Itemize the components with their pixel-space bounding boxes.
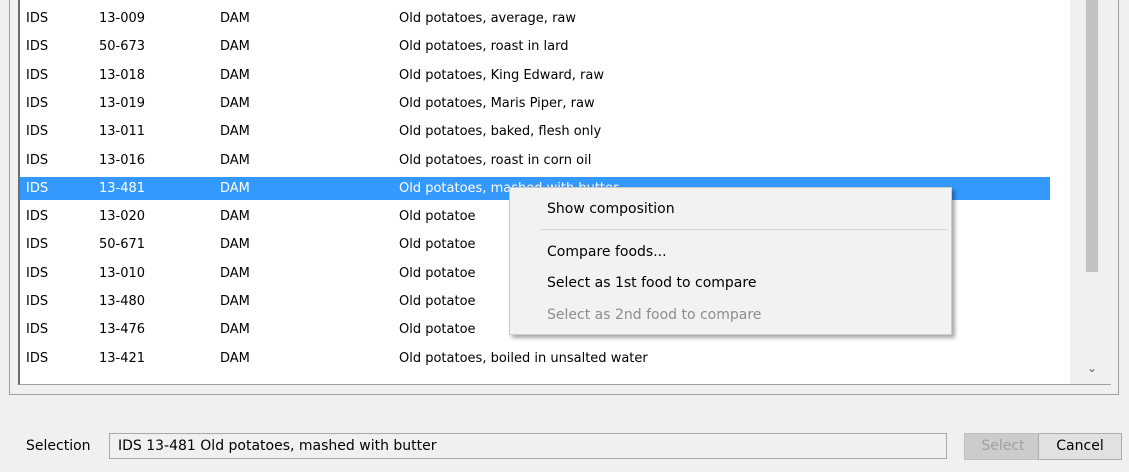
row-food-name: Old potatoes, roast in lard xyxy=(399,39,569,55)
row-source: IDS xyxy=(26,39,49,55)
row-food-name: Old potatoe xyxy=(399,209,476,225)
table-row[interactable]: IDS 13-421 DAM Old potatoes, boiled in unsa… xyxy=(20,347,1050,370)
row-food-name: Old potatoe xyxy=(399,322,476,338)
row-food-name: Old potatoe xyxy=(399,294,476,309)
row-source: IDS xyxy=(26,237,49,253)
row-source: IDS xyxy=(26,152,49,168)
table-row[interactable]: IDS 13-018 DAM Old potatoes, King Edward, r… xyxy=(20,64,1050,87)
row-code: 50-673 xyxy=(99,39,146,55)
row-code: 13-018 xyxy=(99,67,146,83)
row-food-name: Old potatoes, boiled in unsalted water xyxy=(399,350,648,366)
menu-item-show-composition[interactable]: Show composition xyxy=(547,197,675,221)
row-source: IDS xyxy=(26,180,49,196)
scrollbar-thumb[interactable] xyxy=(1086,0,1098,272)
row-food-name: Old potatoes, baked, flesh only xyxy=(399,124,602,140)
row-code: 50-671 xyxy=(99,237,146,253)
row-source: IDS xyxy=(26,67,49,83)
select-button: Select xyxy=(964,433,1042,460)
row-database: DAM xyxy=(220,180,250,196)
table-row[interactable]: IDS 13-016 DAM Old potatoes, roast in corn … xyxy=(20,149,1050,172)
row-food-name: Old potatoe xyxy=(399,237,476,253)
cancel-button[interactable]: Cancel xyxy=(1038,433,1122,460)
row-database: DAM xyxy=(220,265,250,281)
frame-border-right xyxy=(1118,0,1119,395)
row-code: 13-476 xyxy=(99,322,146,338)
row-code: 13-481 xyxy=(99,180,146,196)
row-database: DAM xyxy=(220,209,250,225)
row-food-name: Old potatoes, Maris Piper, raw xyxy=(399,95,595,111)
table-row[interactable]: IDS 13-011 DAM Old potatoes, baked, flesh o… xyxy=(20,120,1050,143)
context-menu: Show composition Compare foods... Select… xyxy=(509,187,952,335)
row-database: DAM xyxy=(220,11,250,26)
selection-field: IDS 13-481 Old potatoes, mashed with but… xyxy=(109,433,947,459)
menu-item-select-first[interactable]: Select as 1st food to compare xyxy=(547,271,756,295)
row-source: IDS xyxy=(26,265,49,281)
selection-label: Selection xyxy=(26,438,91,454)
row-source: IDS xyxy=(26,350,49,366)
row-code: 13-016 xyxy=(99,152,146,168)
frame-border-left xyxy=(9,0,10,395)
row-database: DAM xyxy=(220,237,250,253)
row-food-name: Old potatoes, average, raw xyxy=(399,11,577,26)
row-food-name: Old potatoes, King Edward, raw xyxy=(399,67,604,83)
row-source: IDS xyxy=(26,11,49,26)
row-source: IDS xyxy=(26,95,49,111)
row-source: IDS xyxy=(26,322,49,338)
menu-item-compare-foods[interactable]: Compare foods... xyxy=(547,240,667,264)
vertical-scrollbar[interactable]: ⌄ xyxy=(1070,0,1111,384)
row-code: 13-480 xyxy=(99,294,146,309)
row-database: DAM xyxy=(220,39,250,55)
menu-item-select-second: Select as 2nd food to compare xyxy=(547,307,762,323)
row-database: DAM xyxy=(220,350,250,366)
row-code: 13-020 xyxy=(99,209,146,225)
frame-border-bottom xyxy=(9,394,1119,395)
menu-separator xyxy=(540,229,948,230)
row-code: 13-019 xyxy=(99,95,146,111)
row-database: DAM xyxy=(220,152,250,168)
row-database: DAM xyxy=(220,95,250,111)
row-database: DAM xyxy=(220,67,250,83)
row-database: DAM xyxy=(220,124,250,140)
row-source: IDS xyxy=(26,209,49,225)
row-source: IDS xyxy=(26,294,49,309)
row-code: 13-009 xyxy=(99,11,146,26)
table-row[interactable]: IDS 13-009 DAM Old potatoes, average, raw xyxy=(20,7,1050,30)
table-row[interactable]: IDS 13-019 DAM Old potatoes, Maris Piper, r… xyxy=(20,92,1050,115)
row-food-name: Old potatoe xyxy=(399,265,476,281)
chevron-down-icon[interactable]: ⌄ xyxy=(1084,360,1100,376)
row-code: 13-010 xyxy=(99,265,146,281)
row-code: 13-011 xyxy=(99,124,146,140)
table-row[interactable]: IDS 50-673 DAM Old potatoes, roast in lard xyxy=(20,35,1050,58)
row-source: IDS xyxy=(26,124,49,140)
row-food-name: Old potatoes, roast in corn oil xyxy=(399,152,592,168)
row-database: DAM xyxy=(220,322,250,338)
row-code: 13-421 xyxy=(99,350,146,366)
row-database: DAM xyxy=(220,294,250,309)
